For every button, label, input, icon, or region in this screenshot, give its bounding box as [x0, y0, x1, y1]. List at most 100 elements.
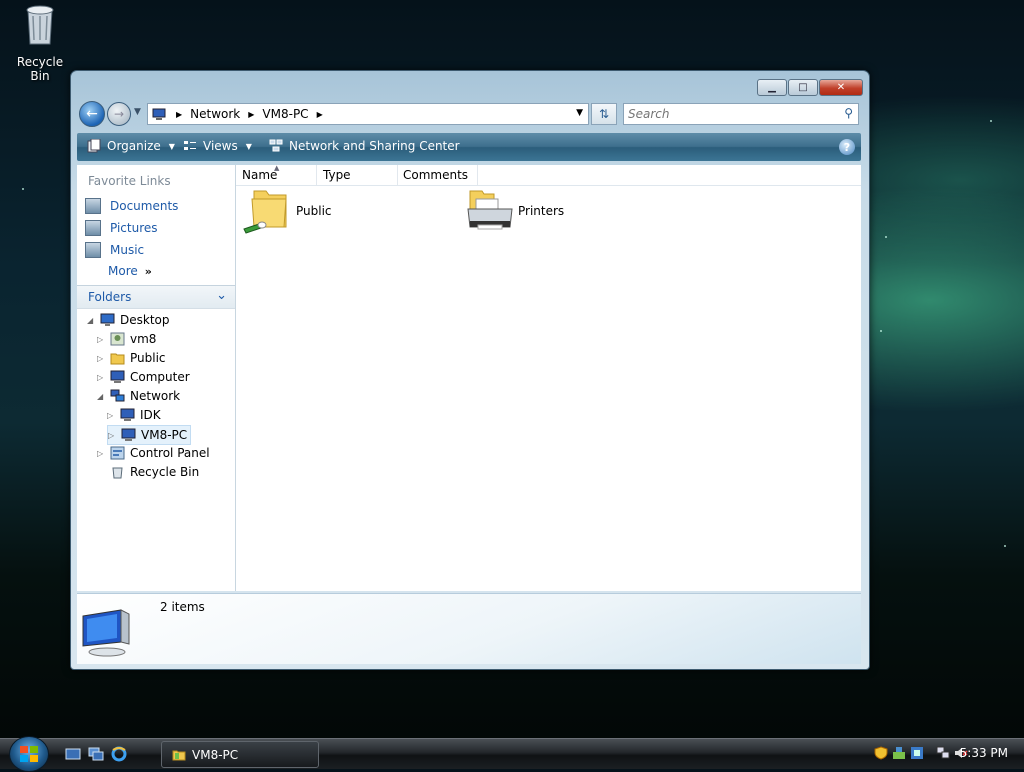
- shared-folder-icon: [243, 190, 287, 234]
- details-pane: 2 items: [77, 593, 861, 664]
- folders-header[interactable]: Folders ⌄: [77, 285, 235, 309]
- list-item-printers[interactable]: Printers: [464, 187, 564, 235]
- views-icon: [184, 141, 196, 150]
- recycle-bin-icon: [26, 5, 54, 45]
- favorite-link-label: Documents: [110, 199, 179, 213]
- expand-arrow-icon[interactable]: ▷: [97, 354, 107, 363]
- windows-logo-icon: [20, 746, 38, 762]
- favorite-link-label: Pictures: [110, 221, 158, 235]
- star: [1004, 545, 1006, 547]
- network-activity-icon[interactable]: [892, 746, 906, 760]
- favorite-link-more[interactable]: More »: [108, 264, 152, 278]
- recent-pages-dropdown[interactable]: ▼: [134, 107, 141, 117]
- refresh-button[interactable]: ⇅: [591, 103, 617, 125]
- star: [22, 188, 24, 190]
- command-toolbar: Organize ▼ Views ▼ Network and Sharing C…: [77, 133, 861, 161]
- favorite-link-label: More: [108, 264, 138, 278]
- network-connection-icon[interactable]: [936, 746, 950, 760]
- breadcrumb-network[interactable]: Network: [190, 107, 240, 121]
- help-icon: ?: [843, 140, 851, 154]
- column-header-name[interactable]: ▲ Name: [236, 164, 317, 185]
- favorite-link-pictures[interactable]: Pictures: [85, 220, 158, 236]
- recycle-bin-label: Recycle Bin: [16, 55, 64, 83]
- clock[interactable]: 5:33 PM: [960, 746, 1008, 760]
- search-box[interactable]: ⚲: [623, 103, 859, 125]
- network-sharing-center-button[interactable]: Network and Sharing Center: [269, 139, 460, 153]
- tree-item-network[interactable]: ◢ Network: [97, 387, 180, 405]
- window-controls: ▁ □ ✕: [756, 79, 863, 96]
- list-item-label: Printers: [518, 204, 565, 218]
- tree-item-desktop[interactable]: ◢ Desktop: [87, 311, 170, 329]
- expand-arrow-icon[interactable]: ▷: [97, 335, 107, 344]
- search-icon[interactable]: ⚲: [844, 106, 853, 120]
- start-button[interactable]: [9, 736, 49, 772]
- expand-arrow-icon[interactable]: ▷: [107, 411, 117, 420]
- tree-item-label: Recycle Bin: [130, 465, 200, 479]
- network-icon: [110, 389, 125, 402]
- tree-item-label: Computer: [130, 370, 190, 384]
- windows-update-icon[interactable]: [910, 746, 924, 760]
- dropdown-arrow-icon: ▼: [168, 141, 175, 151]
- security-shield-icon[interactable]: [874, 746, 888, 760]
- tree-item-idk[interactable]: ▷ IDK: [107, 406, 161, 424]
- music-icon: [85, 242, 101, 258]
- tree-item-label: Desktop: [120, 313, 170, 327]
- address-bar[interactable]: ▶ Network ▶ VM8-PC ▶ ▼: [147, 103, 589, 125]
- expand-arrow-icon[interactable]: ▷: [97, 449, 107, 458]
- tree-item-recycle-bin[interactable]: Recycle Bin: [97, 463, 199, 481]
- chevron-right-icon: ▶: [176, 109, 183, 119]
- sort-ascending-icon: ▲: [274, 164, 280, 172]
- tree-item-public[interactable]: ▷ Public: [97, 349, 166, 367]
- network-computer-icon: [152, 108, 166, 120]
- tree-item-vm8[interactable]: ▷ vm8: [97, 330, 156, 348]
- tree-item-vm8-pc[interactable]: ▷ VM8-PC: [107, 425, 192, 445]
- navigation-bar: ← → ▼ ▶ Network ▶ VM8-PC ▶ ▼ ⇅ ⚲: [77, 101, 861, 127]
- show-desktop-icon[interactable]: [65, 746, 81, 762]
- favorite-link-label: Music: [110, 243, 145, 257]
- chevron-right-icon[interactable]: ▶: [317, 110, 323, 119]
- minimize-button[interactable]: ▁: [757, 79, 787, 96]
- network-computer-icon: [121, 428, 136, 441]
- views-button[interactable]: Views ▼: [183, 139, 252, 153]
- star: [885, 236, 887, 238]
- explorer-folder-icon: [172, 750, 186, 760]
- switch-windows-icon[interactable]: [88, 746, 104, 762]
- desktop-recycle-bin[interactable]: Recycle Bin: [6, 2, 74, 83]
- collapse-arrow-icon[interactable]: ◢: [97, 392, 107, 401]
- search-input[interactable]: [624, 104, 830, 124]
- help-button[interactable]: ?: [839, 139, 855, 155]
- column-header-comments[interactable]: Comments: [397, 165, 478, 185]
- folder-icon: [110, 353, 125, 365]
- favorite-link-documents[interactable]: Documents: [85, 198, 178, 214]
- network-sharing-icon: [269, 139, 283, 152]
- address-dropdown-icon[interactable]: ▼: [576, 108, 583, 118]
- expand-arrow-icon[interactable]: ▷: [97, 373, 107, 382]
- chevron-right-icon[interactable]: ▶: [248, 110, 254, 119]
- tree-item-computer[interactable]: ▷ Computer: [97, 368, 190, 386]
- favorite-link-music[interactable]: Music: [85, 242, 144, 258]
- organize-button[interactable]: Organize ▼: [87, 139, 175, 153]
- tree-item-label: VM8-PC: [141, 428, 188, 442]
- close-button[interactable]: ✕: [819, 79, 863, 96]
- maximize-button[interactable]: □: [788, 79, 818, 96]
- collapse-arrow-icon[interactable]: ◢: [87, 316, 97, 325]
- explorer-window: ▁ □ ✕ ← → ▼ ▶ Network ▶ VM8-PC ▶ ▼ ⇅ Sea…: [70, 70, 870, 670]
- column-header-type[interactable]: Type: [317, 165, 398, 185]
- double-chevron-icon: »: [144, 264, 152, 278]
- internet-explorer-icon[interactable]: [111, 746, 127, 762]
- computer-icon: [110, 370, 125, 383]
- refresh-icon: ⇅: [598, 107, 610, 121]
- folders-title: Folders: [88, 290, 132, 304]
- breadcrumb-vm8-pc[interactable]: VM8-PC: [262, 107, 308, 121]
- tree-item-control-panel[interactable]: ▷ Control Panel: [97, 444, 210, 462]
- back-button[interactable]: ←: [79, 101, 105, 127]
- item-count: 2 items: [160, 600, 205, 614]
- taskbar-button-vm8-pc[interactable]: VM8-PC: [161, 741, 319, 768]
- organize-icon: [87, 139, 101, 153]
- back-arrow-icon: ←: [86, 106, 98, 122]
- list-item-public[interactable]: Public: [242, 187, 332, 235]
- forward-button[interactable]: →: [107, 102, 131, 126]
- tree-item-label: Network: [130, 389, 181, 403]
- favorite-links-title: Favorite Links: [88, 174, 171, 188]
- expand-arrow-icon[interactable]: ▷: [108, 431, 118, 440]
